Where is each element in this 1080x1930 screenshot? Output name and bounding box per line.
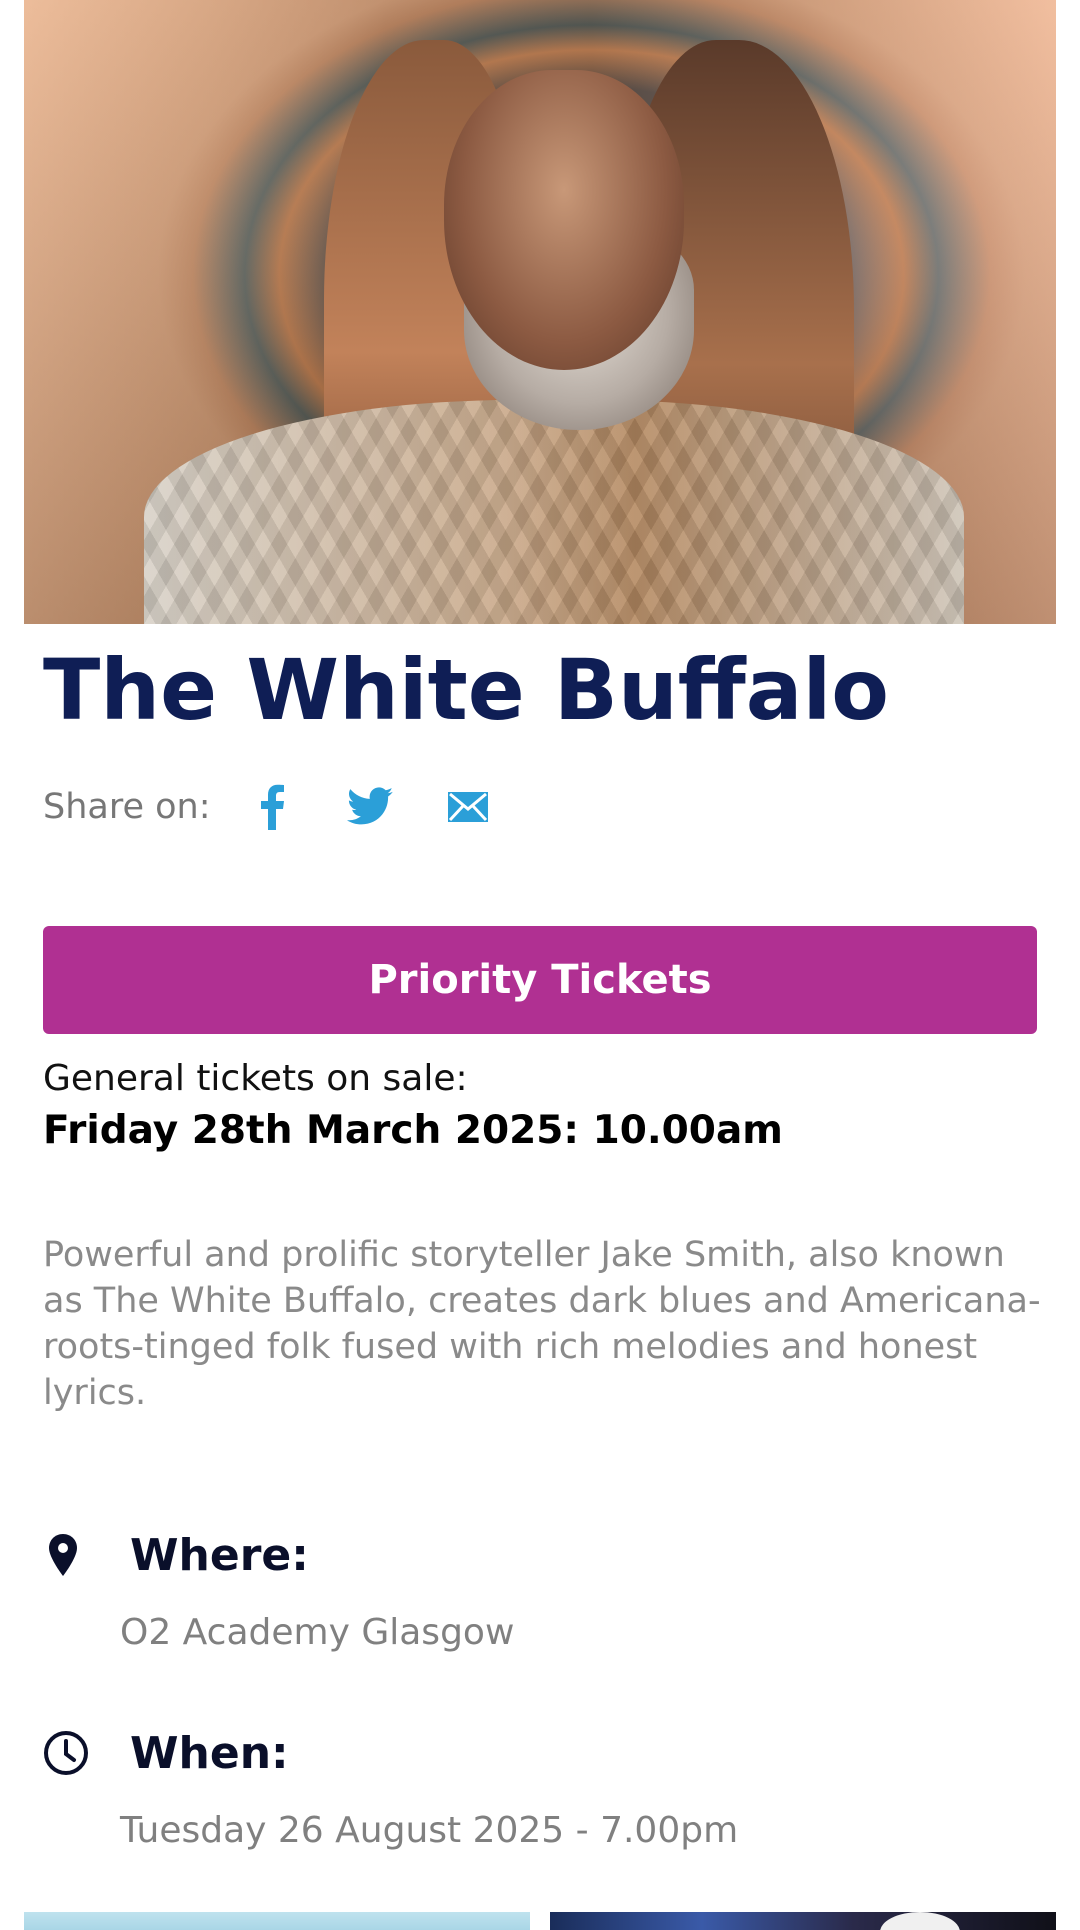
related-event-thumbnail[interactable] [24,1912,530,1930]
priority-tickets-button[interactable]: Priority Tickets [43,926,1037,1034]
location-pin-icon [43,1532,89,1578]
share-label: Share on: [43,787,211,827]
event-description: Powerful and prolific storyteller Jake S… [43,1235,1041,1413]
when-label: When: [130,1728,289,1779]
facebook-icon[interactable] [247,782,297,832]
related-event-thumbnail[interactable] [550,1912,1056,1930]
event-hero-image [24,0,1056,624]
email-icon[interactable] [443,782,493,832]
where-label: Where: [130,1530,309,1581]
general-sale-label: General tickets on sale: [43,1058,468,1099]
general-sale-date: Friday 28th March 2025: 10.00am [43,1108,783,1153]
venue-name: O2 Academy Glasgow [120,1612,515,1653]
twitter-icon[interactable] [345,782,395,832]
share-bar: Share on: [43,782,541,832]
event-datetime: Tuesday 26 August 2025 - 7.00pm [120,1810,739,1851]
clock-icon [43,1730,89,1776]
event-title: The White Buffalo [43,641,889,739]
